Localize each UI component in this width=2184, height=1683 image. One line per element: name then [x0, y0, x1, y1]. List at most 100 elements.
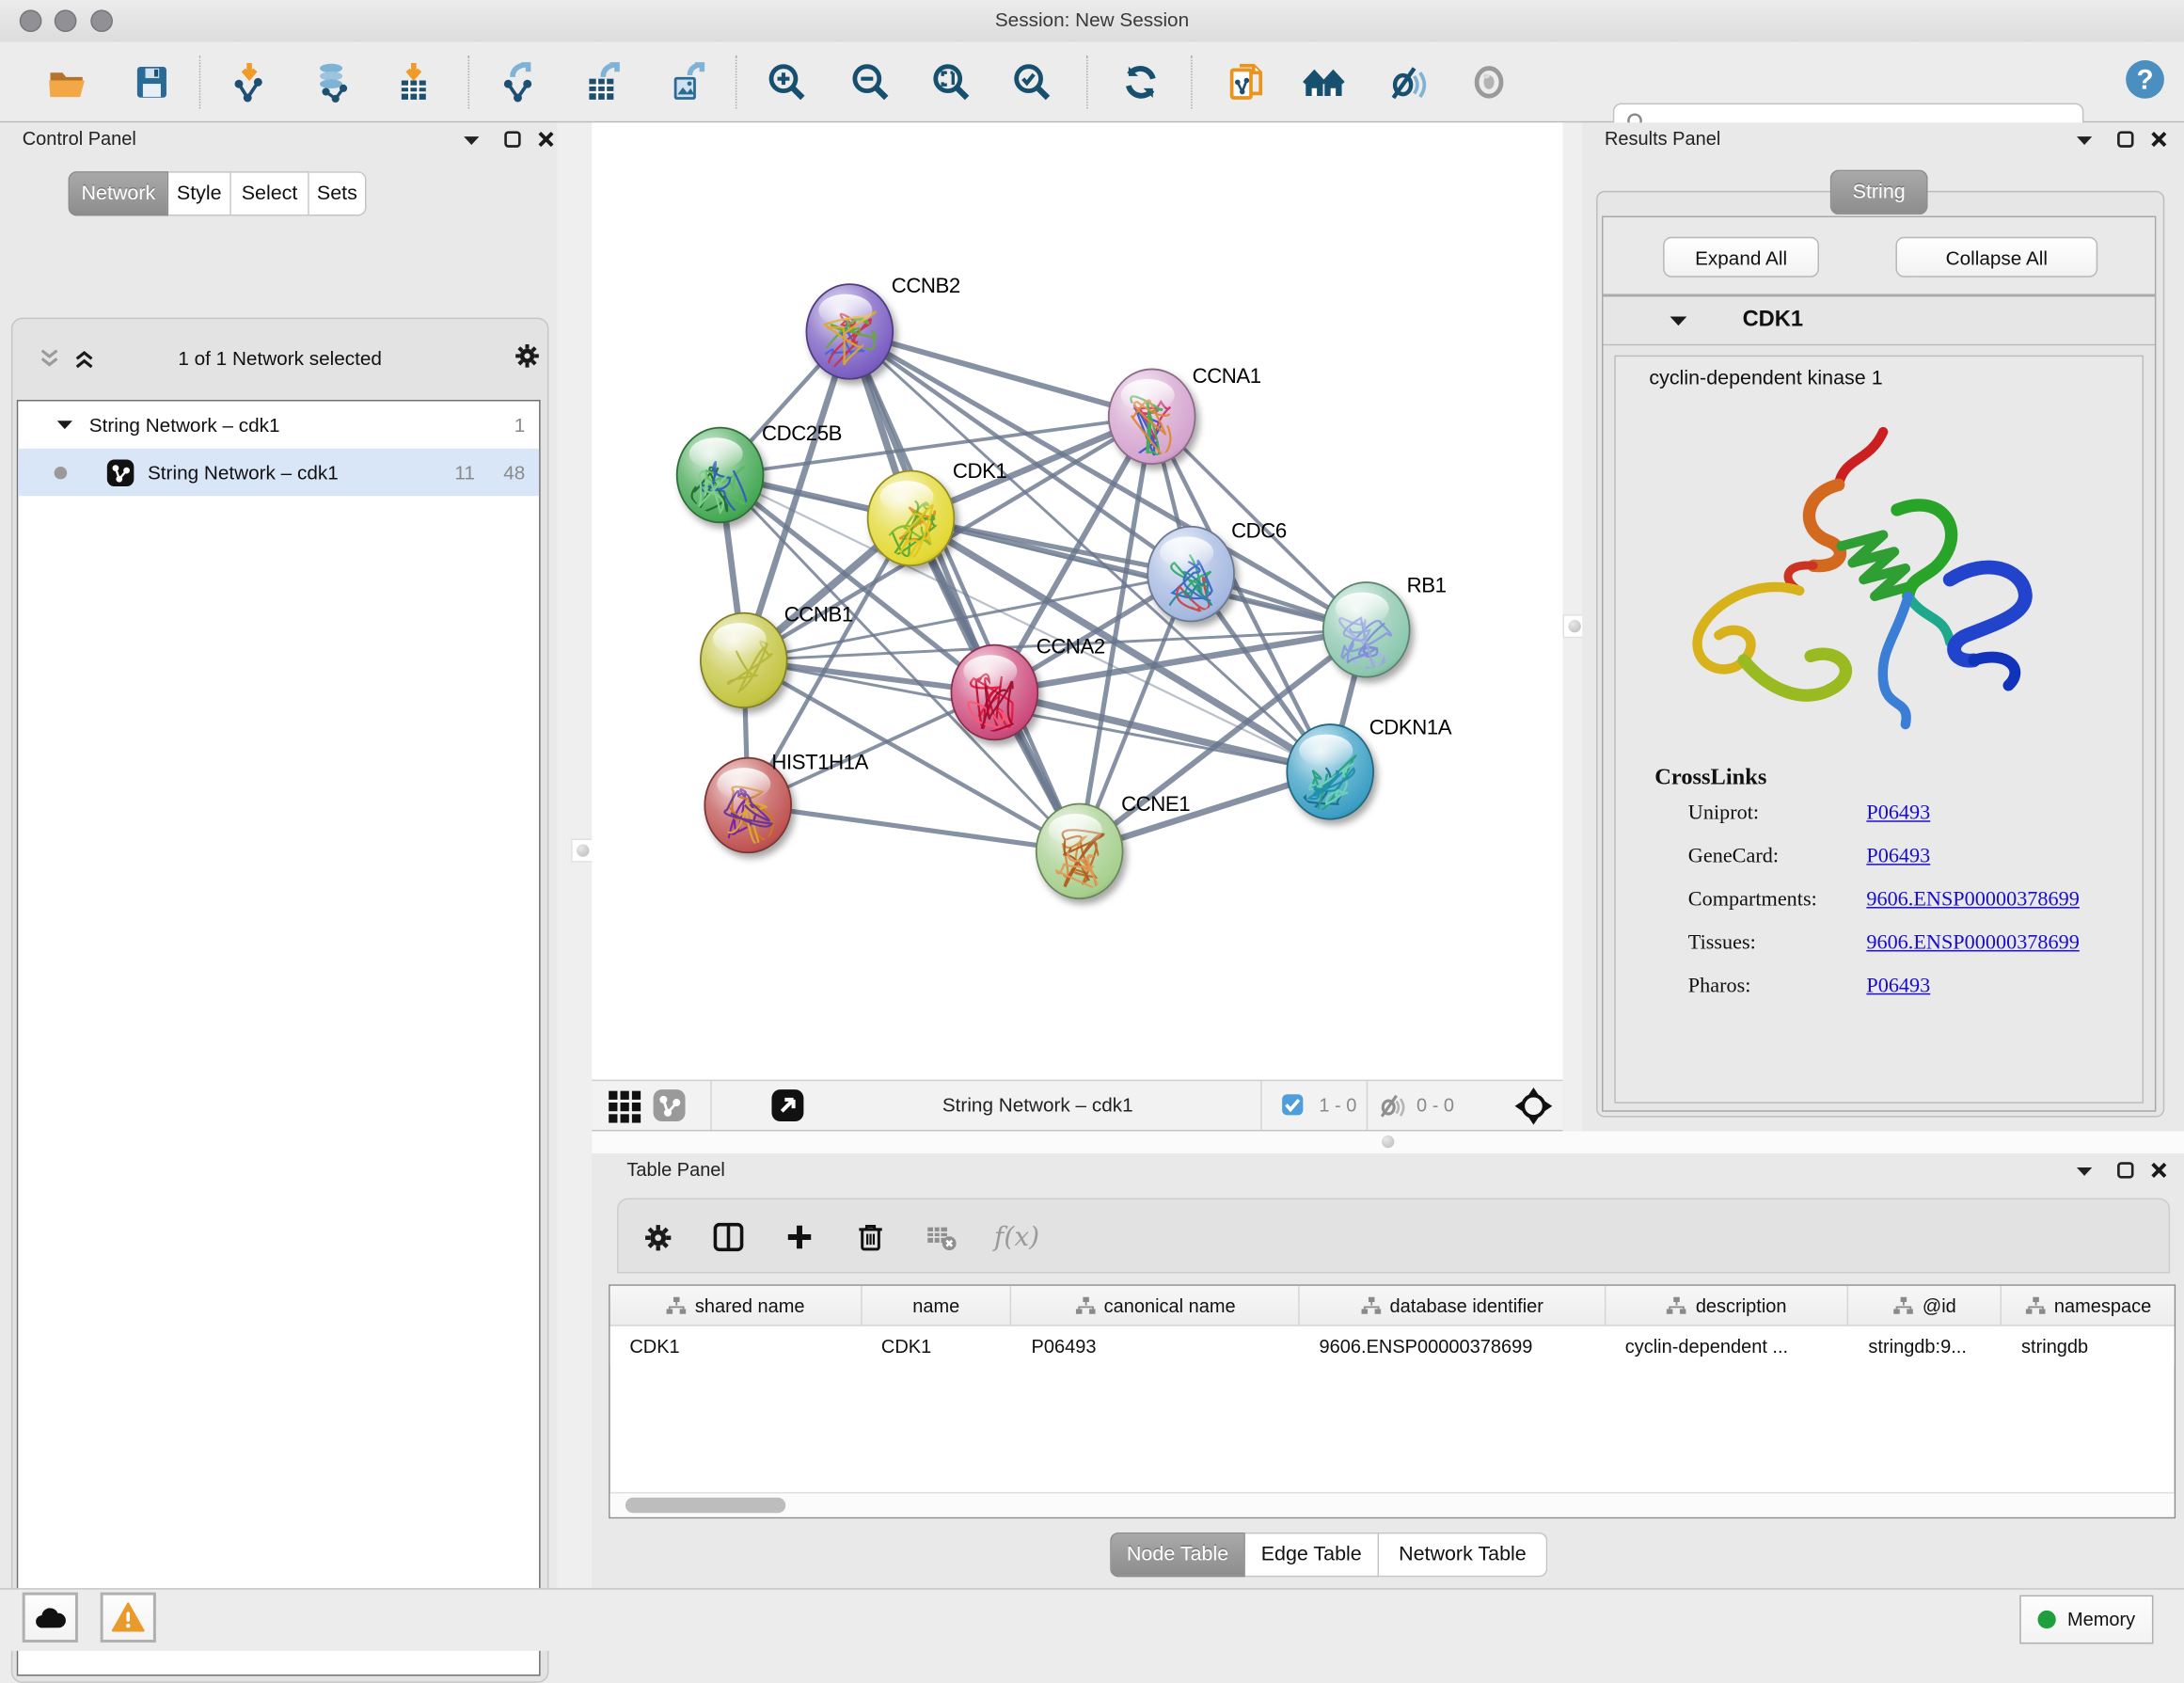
network-collection-row[interactable]: String Network – cdk1 1 — [18, 401, 539, 448]
crosslink-link[interactable]: 9606.ENSP00000378699 — [1866, 932, 2079, 956]
pan-tool-button[interactable] — [1514, 1087, 1553, 1125]
network-graph[interactable]: CCNB2CCNA1CDC25BCDK1CDC6RB1CCNB1CCNA2CDK… — [592, 122, 1562, 1079]
export-image-button[interactable] — [666, 60, 710, 104]
horizontal-splitter-handle[interactable] — [1378, 1131, 1398, 1151]
import-network-database-button[interactable] — [310, 60, 355, 104]
float-panel-button[interactable] — [460, 131, 483, 151]
cell-id[interactable]: stringdb:9... — [1849, 1326, 2002, 1365]
table-row[interactable]: CDK1 CDK1 P06493 9606.ENSP00000378699 cy… — [610, 1326, 2175, 1365]
column-header-id[interactable]: @id — [1849, 1286, 2002, 1325]
maximize-table-button[interactable] — [2114, 1161, 2137, 1181]
copy-network-button[interactable] — [1225, 60, 1269, 104]
zoom-out-button[interactable] — [848, 60, 893, 104]
select-columns-button[interactable] — [706, 1215, 751, 1259]
string-home-button[interactable] — [1303, 60, 1347, 104]
column-header-namespace[interactable]: namespace — [2002, 1286, 2174, 1325]
memory-label: Memory — [2067, 1609, 2135, 1629]
network-node-cdk1[interactable]: CDK1 — [868, 459, 1007, 565]
export-network-button[interactable] — [498, 60, 542, 104]
column-header-database-identifier[interactable]: database identifier — [1300, 1286, 1606, 1325]
delete-column-button[interactable] — [848, 1215, 893, 1259]
selected-checkbox[interactable] — [1281, 1093, 1304, 1116]
expand-all-button[interactable]: Expand All — [1663, 237, 1819, 278]
export-table-button[interactable] — [581, 60, 625, 104]
import-network-file-button[interactable] — [227, 60, 271, 104]
application-window: Session: New Session — [0, 0, 2184, 1649]
column-header-name[interactable]: name — [862, 1286, 1012, 1325]
inactive-eye-button[interactable] — [1466, 60, 1511, 104]
table-horizontal-scrollbar[interactable] — [610, 1492, 2175, 1517]
horizontal-splitter[interactable] — [592, 1131, 2184, 1154]
cell-database-identifier[interactable]: 9606.ENSP00000378699 — [1300, 1326, 1606, 1365]
table-header-row: shared name name canonical name database… — [610, 1286, 2175, 1326]
gray-eye-icon — [1468, 61, 1510, 103]
tab-string[interactable]: String — [1830, 170, 1928, 214]
cell-name[interactable]: CDK1 — [862, 1326, 1012, 1365]
left-splitter-handle[interactable] — [571, 838, 593, 862]
network-edge[interactable] — [849, 331, 1079, 850]
delete-table-button[interactable] — [919, 1215, 963, 1259]
network-row-selected[interactable]: String Network – cdk1 11 48 — [18, 449, 539, 496]
network-view-mode-button[interactable] — [652, 1088, 687, 1123]
crosslink-link[interactable]: P06493 — [1866, 976, 1930, 999]
tab-network-table[interactable]: Network Table — [1379, 1532, 1547, 1577]
warnings-button[interactable] — [101, 1593, 156, 1643]
tab-style[interactable]: Style — [168, 171, 231, 215]
crosslink-link[interactable]: P06493 — [1866, 846, 1930, 869]
column-header-shared-name[interactable]: shared name — [610, 1286, 863, 1325]
cell-namespace[interactable]: stringdb — [2002, 1326, 2174, 1365]
gene-section: CDK1 cyclin-dependent kinase 1 — [1602, 295, 2156, 1112]
cell-description[interactable]: cyclin-dependent ... — [1606, 1326, 1849, 1365]
cell-canonical-name[interactable]: P06493 — [1012, 1326, 1300, 1365]
close-results-button[interactable] — [2147, 130, 2170, 150]
crosslink-label: Compartments: — [1688, 889, 1817, 913]
cell-shared-name[interactable]: CDK1 — [610, 1326, 863, 1365]
float-table-button[interactable] — [2073, 1162, 2096, 1182]
scrollbar-thumb[interactable] — [625, 1498, 785, 1513]
node-label: CCNA1 — [1193, 364, 1261, 388]
tab-sets[interactable]: Sets — [309, 171, 367, 215]
network-node-rb1[interactable]: RB1 — [1323, 573, 1447, 676]
close-panel-button[interactable] — [535, 130, 558, 150]
table-options-gear-button[interactable] — [635, 1215, 679, 1259]
node-table[interactable]: shared name name canonical name database… — [609, 1284, 2176, 1518]
maximize-results-button[interactable] — [2114, 130, 2137, 150]
refresh-network-button[interactable] — [1118, 60, 1163, 104]
maximize-panel-button[interactable] — [501, 130, 524, 150]
tab-node-table[interactable]: Node Table — [1110, 1532, 1245, 1577]
column-header-description[interactable]: description — [1606, 1286, 1849, 1325]
memory-button[interactable]: Memory — [2020, 1596, 2154, 1644]
network-options-gear-button[interactable] — [514, 342, 540, 369]
gene-section-header[interactable]: CDK1 — [1603, 296, 2154, 345]
left-splitter[interactable] — [557, 122, 592, 1588]
zoom-selected-button[interactable] — [1010, 60, 1054, 104]
function-builder-button[interactable]: f(x) — [994, 1215, 1038, 1259]
add-column-button[interactable] — [777, 1215, 821, 1259]
zoom-fit-button[interactable] — [929, 60, 973, 104]
help-button[interactable]: ? — [2123, 57, 2167, 102]
cloud-status-button[interactable] — [23, 1593, 78, 1643]
node-count: 11 — [454, 461, 475, 484]
import-table-button[interactable] — [391, 60, 435, 104]
crosslink-link[interactable]: 9606.ENSP00000378699 — [1866, 889, 2079, 913]
tab-select[interactable]: Select — [231, 171, 309, 215]
crosslink-link[interactable]: P06493 — [1866, 802, 1930, 826]
zoom-in-button[interactable] — [765, 60, 809, 104]
collapse-all-button[interactable]: Collapse All — [1895, 237, 2097, 278]
glasses-slash-icon — [1387, 61, 1429, 103]
close-table-button[interactable] — [2147, 1161, 2170, 1181]
tab-network[interactable]: Network — [69, 171, 169, 215]
save-session-button[interactable] — [130, 60, 174, 104]
show-grid-button[interactable] — [608, 1088, 642, 1123]
column-header-canonical-name[interactable]: canonical name — [1012, 1286, 1300, 1325]
float-results-button[interactable] — [2073, 131, 2096, 151]
open-session-button[interactable] — [44, 60, 88, 104]
network-edge[interactable] — [748, 805, 1079, 851]
export-image-icon — [667, 61, 708, 103]
network-node-cdkn1a[interactable]: CDKN1A — [1287, 715, 1451, 818]
network-canvas[interactable]: CCNB2CCNA1CDC25BCDK1CDC6RB1CCNB1CCNA2CDK… — [592, 122, 1562, 1079]
network-node-hist1h1a[interactable]: HIST1H1A — [704, 750, 868, 852]
hide-glasses-button[interactable] — [1385, 60, 1430, 104]
tab-edge-table[interactable]: Edge Table — [1245, 1532, 1379, 1577]
right-splitter[interactable] — [1563, 122, 1583, 1131]
